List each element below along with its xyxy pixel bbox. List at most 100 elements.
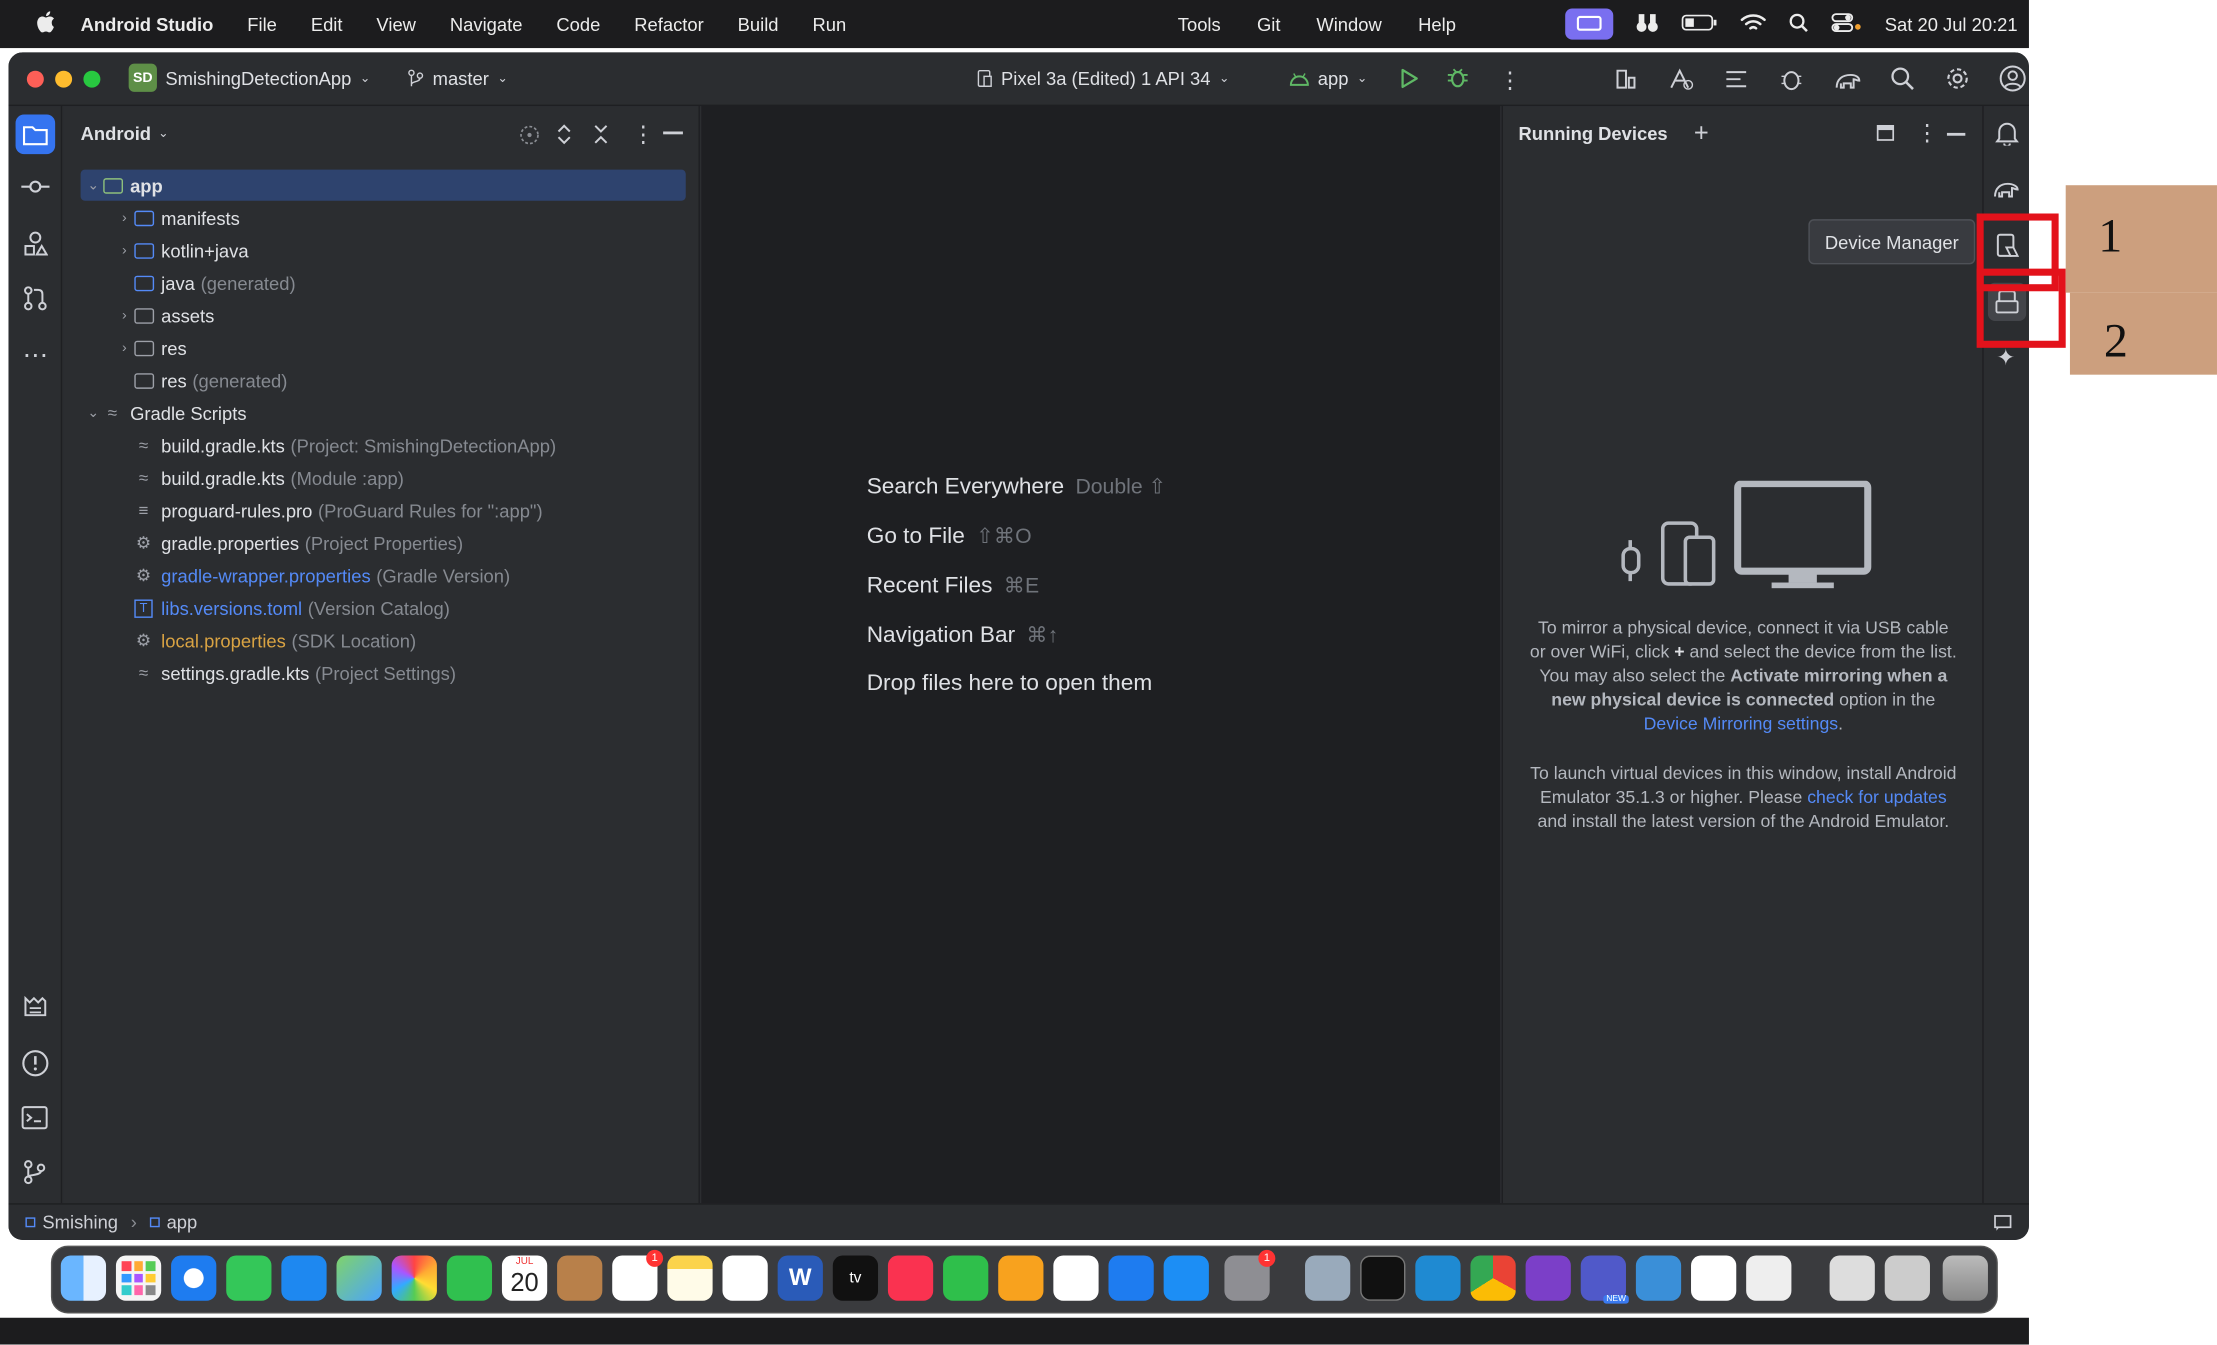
chevron-right-icon[interactable]: ›: [115, 308, 135, 324]
reminders-icon[interactable]: 1: [612, 1249, 664, 1301]
app-menu-android-studio[interactable]: Android Studio: [81, 13, 214, 34]
close-window-button[interactable]: [26, 70, 44, 88]
menu-build[interactable]: Build: [738, 13, 779, 34]
options-menu-icon[interactable]: ⋮: [1916, 119, 1939, 147]
menu-navigate[interactable]: Navigate: [450, 13, 523, 34]
commit-icon[interactable]: [21, 177, 50, 197]
device-selector[interactable]: Pixel 3a (Edited) 1 API 34 ⌄: [977, 68, 1230, 89]
tree-node-gradle-wrapper-properties[interactable]: ⚙ gradle-wrapper.properties (Gradle Vers…: [134, 560, 510, 591]
gradle-elephant-icon[interactable]: [1994, 177, 2021, 200]
menu-help[interactable]: Help: [1418, 13, 1456, 34]
menu-window[interactable]: Window: [1316, 13, 1381, 34]
menu-view[interactable]: View: [376, 13, 416, 34]
menu-refactor[interactable]: Refactor: [634, 13, 703, 34]
version-control-icon[interactable]: [23, 1159, 47, 1185]
sync-gradle-icon[interactable]: [1613, 66, 1638, 91]
pages-icon[interactable]: [998, 1255, 1044, 1301]
system-settings-icon[interactable]: 1: [1224, 1249, 1276, 1301]
chevron-down-icon[interactable]: ⌄: [83, 177, 103, 193]
app-store-icon[interactable]: [1163, 1255, 1209, 1301]
recent-files-stack-icon[interactable]: [1884, 1255, 1930, 1301]
run-config-selector[interactable]: app ⌄: [1289, 68, 1368, 89]
quicktime-icon[interactable]: [1635, 1255, 1682, 1301]
terminal-app-icon[interactable]: [1360, 1255, 1406, 1301]
structure-icon[interactable]: [1724, 66, 1749, 91]
menu-file[interactable]: File: [247, 13, 277, 34]
device-mirroring-settings-link[interactable]: Device Mirroring settings: [1644, 714, 1838, 734]
tree-node-build-gradle-module[interactable]: ≈ build.gradle.kts (Module :app): [134, 462, 404, 493]
control-center-icon[interactable]: [1831, 12, 1862, 36]
more-actions-icon[interactable]: ⋮: [1499, 66, 1522, 94]
github-desktop-icon[interactable]: [1525, 1255, 1571, 1301]
collapse-all-icon[interactable]: [592, 123, 609, 146]
branch-selector[interactable]: master ⌄: [407, 68, 508, 89]
document-icon[interactable]: [1746, 1255, 1792, 1301]
spotlight-search-icon[interactable]: [1789, 12, 1809, 36]
menu-edit[interactable]: Edit: [311, 13, 343, 34]
notes-icon[interactable]: [667, 1255, 713, 1301]
tree-node-local-properties[interactable]: ⚙ local.properties (SDK Location): [134, 625, 416, 656]
event-log-icon[interactable]: [1994, 1215, 2012, 1232]
tree-node-build-gradle-project[interactable]: ≈ build.gradle.kts (Project: SmishingDet…: [134, 430, 556, 461]
apple-tv-icon[interactable]: tv: [832, 1255, 879, 1301]
menu-tools[interactable]: Tools: [1178, 13, 1221, 34]
problems-icon[interactable]: [21, 1049, 49, 1077]
more-tool-windows-icon[interactable]: ⋯: [23, 341, 50, 371]
safari-icon[interactable]: [171, 1255, 217, 1301]
trash-icon[interactable]: [1942, 1255, 1988, 1301]
battery-icon[interactable]: [1681, 13, 1718, 34]
tree-node-res-generated[interactable]: res (generated): [134, 365, 287, 396]
mail-icon[interactable]: [281, 1255, 327, 1301]
chevron-right-icon[interactable]: ›: [115, 242, 135, 258]
build-variants-icon[interactable]: [23, 995, 48, 1018]
tree-node-proguard-rules[interactable]: ≡ proguard-rules.pro (ProGuard Rules for…: [134, 495, 543, 526]
word-icon[interactable]: W: [777, 1255, 823, 1301]
hide-panel-icon[interactable]: [1946, 132, 1966, 136]
sdk-manager-icon[interactable]: [1668, 66, 1694, 91]
calendar-icon[interactable]: JUL 20: [501, 1255, 548, 1301]
tree-node-kotlin-java[interactable]: › kotlin+java: [115, 235, 248, 266]
binoculars-icon[interactable]: [1636, 12, 1659, 36]
expand-all-icon[interactable]: [556, 123, 573, 146]
contacts-icon[interactable]: [557, 1255, 603, 1301]
menu-run[interactable]: Run: [812, 13, 846, 34]
run-icon[interactable]: [1400, 68, 1420, 89]
hide-panel-icon[interactable]: [663, 131, 683, 134]
tree-node-manifests[interactable]: › manifests: [115, 202, 240, 233]
chrome-icon[interactable]: [1470, 1255, 1516, 1301]
music-icon[interactable]: [887, 1255, 934, 1301]
check-for-updates-link[interactable]: check for updates: [1807, 788, 1947, 808]
chevron-right-icon[interactable]: ›: [115, 340, 135, 356]
project-folder-icon[interactable]: [15, 114, 56, 155]
tree-node-gradle-properties[interactable]: ⚙ gradle.properties (Project Properties): [134, 527, 463, 558]
terminal-icon[interactable]: [21, 1106, 48, 1130]
options-menu-icon[interactable]: ⋮: [632, 120, 655, 148]
app-inspection-icon[interactable]: [1779, 66, 1804, 91]
menu-git[interactable]: Git: [1257, 13, 1281, 34]
notifications-bell-icon[interactable]: [1995, 120, 2019, 146]
breadcrumb-item-app[interactable]: app: [167, 1212, 198, 1233]
clock-text[interactable]: Sat 20 Jul 20:21: [1885, 13, 2018, 34]
launchpad-icon[interactable]: [115, 1255, 162, 1301]
maps-icon[interactable]: [336, 1255, 382, 1301]
freeform-icon[interactable]: [722, 1255, 768, 1301]
keynote-icon[interactable]: [1108, 1255, 1154, 1301]
downloads-stack-icon[interactable]: [1829, 1255, 1875, 1301]
tree-node-app[interactable]: ⌄ app: [83, 170, 162, 201]
tree-node-libs-versions-toml[interactable]: T libs.versions.toml (Version Catalog): [134, 592, 450, 623]
breadcrumb-item-smishing[interactable]: Smishing: [42, 1212, 118, 1233]
wifi-icon[interactable]: [1740, 12, 1766, 36]
tree-node-settings-gradle[interactable]: ≈ settings.gradle.kts (Project Settings): [134, 657, 456, 688]
tree-node-assets[interactable]: › assets: [115, 300, 214, 331]
project-view-selector[interactable]: Android ⌄: [81, 123, 169, 144]
select-opened-file-icon[interactable]: [519, 124, 540, 145]
numbers-icon[interactable]: [943, 1255, 989, 1301]
add-device-icon[interactable]: +: [1694, 119, 1709, 149]
photos-icon[interactable]: [391, 1255, 437, 1301]
debug-icon[interactable]: [1446, 66, 1469, 89]
finder-icon[interactable]: [60, 1255, 107, 1301]
window-layout-icon[interactable]: [1876, 124, 1895, 141]
resource-manager-icon[interactable]: [23, 230, 49, 256]
chevron-down-icon[interactable]: ⌄: [83, 405, 103, 421]
news-icon[interactable]: [1053, 1255, 1099, 1301]
